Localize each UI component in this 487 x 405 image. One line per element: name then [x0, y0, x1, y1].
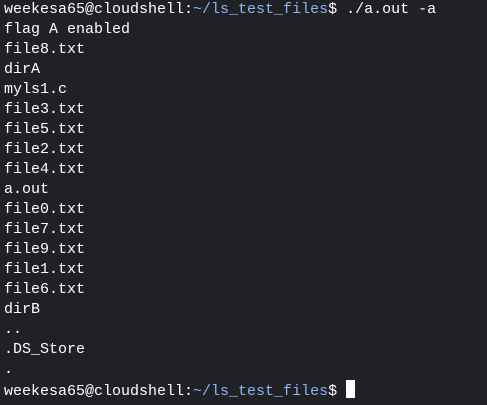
prompt-separator: : [184, 1, 194, 18]
output-line: file3.txt [4, 101, 86, 118]
prompt-path: ~/ls_test_files [193, 383, 329, 400]
output-line: file4.txt [4, 161, 86, 178]
output-line: dirA [4, 61, 41, 78]
output-line: . [4, 361, 14, 378]
output-line: .DS_Store [4, 341, 86, 358]
prompt-path: ~/ls_test_files [193, 1, 329, 18]
output-line: file0.txt [4, 201, 86, 218]
output-line: flag A enabled [4, 21, 131, 38]
prompt-user-host: weekesa65@cloudshell [4, 1, 185, 18]
prompt-dollar: $ [328, 383, 338, 400]
prompt-dollar: $ [328, 1, 338, 18]
output-line: myls1.c [4, 81, 68, 98]
prompt-separator: : [184, 383, 194, 400]
command-prompt-line: weekesa65@cloudshell:~/ls_test_files$ ./… [4, 0, 487, 20]
command-text: ./a.out -a [337, 1, 437, 18]
output-line: file8.txt [4, 41, 86, 58]
output-line: a.out [4, 181, 50, 198]
output-line: file7.txt [4, 221, 86, 238]
active-prompt-line[interactable]: weekesa65@cloudshell:~/ls_test_files$ [4, 380, 487, 400]
terminal-window[interactable]: weekesa65@cloudshell:~/ls_test_files$ ./… [0, 0, 487, 405]
output-line: file1.txt [4, 261, 86, 278]
output-line: .. [4, 321, 23, 338]
text-cursor[interactable] [346, 380, 356, 398]
output-line: file5.txt [4, 121, 86, 138]
output-line: file2.txt [4, 141, 86, 158]
output-line: file9.txt [4, 241, 86, 258]
output-line: file6.txt [4, 281, 86, 298]
command-output: flag A enabled file8.txt dirA myls1.c fi… [4, 20, 487, 380]
prompt-user-host: weekesa65@cloudshell [4, 383, 185, 400]
output-line: dirB [4, 301, 41, 318]
